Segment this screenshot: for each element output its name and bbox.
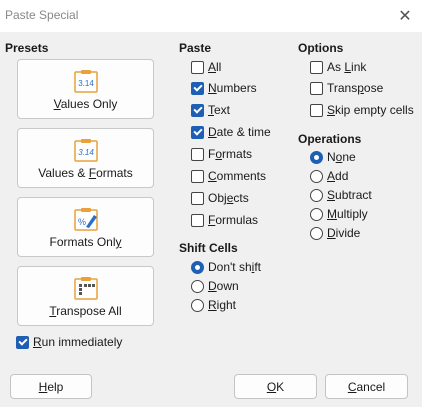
paste-formulas-checkbox[interactable]: Formulas xyxy=(191,211,258,229)
cancel-label: Cancel xyxy=(347,379,386,394)
shift-down-radio[interactable]: Down xyxy=(191,277,239,295)
transpose-all-label: Transpose All xyxy=(49,304,122,318)
operation-multiply-radio[interactable]: Multiply xyxy=(310,205,368,223)
icon-number-text: 3.14 xyxy=(78,79,94,88)
svg-text:%: % xyxy=(78,217,86,227)
paste-objects-checkbox[interactable]: Objects xyxy=(191,189,249,207)
shift-dont-radio[interactable]: Don't shift xyxy=(191,258,261,276)
paste-numbers-label: Numbers xyxy=(208,81,257,95)
paste-comments-box[interactable] xyxy=(191,169,204,183)
help-button[interactable]: Help xyxy=(10,374,92,399)
paste-formulas-label: Formulas xyxy=(208,213,259,227)
paste-date-time-label: Date & time xyxy=(208,125,271,139)
clipboard-format-brush-icon: % xyxy=(74,208,98,231)
operation-add-dot[interactable] xyxy=(310,169,323,183)
cancel-button[interactable]: Cancel xyxy=(325,374,408,399)
formats-only-button[interactable]: % Formats Only xyxy=(17,197,154,257)
clipboard-number-formatted-icon: 3.14 xyxy=(74,139,98,162)
operation-multiply-dot[interactable] xyxy=(310,207,323,221)
option-skip-empty-checkbox[interactable]: Skip empty cells xyxy=(310,101,414,119)
paste-formats-checkbox[interactable]: Formats xyxy=(191,145,252,163)
paste-objects-box[interactable] xyxy=(191,191,204,205)
run-immediately-box[interactable] xyxy=(16,335,29,349)
operation-divide-label: Divide xyxy=(327,226,361,240)
operation-subtract-label: Subtract xyxy=(327,188,372,202)
paste-comments-label: Comments xyxy=(208,169,267,183)
shift-right-radio[interactable]: Right xyxy=(191,296,236,314)
shift-down-dot[interactable] xyxy=(191,279,204,293)
option-as-link-label: As Link xyxy=(327,60,367,74)
paste-comments-checkbox[interactable]: Comments xyxy=(191,167,266,185)
title-bar: Paste Special ✕ xyxy=(0,0,422,32)
operation-subtract-radio[interactable]: Subtract xyxy=(310,186,372,204)
ok-label: OK xyxy=(266,379,285,394)
shift-dont-label: Don't shift xyxy=(208,260,261,274)
values-and-formats-button[interactable]: 3.14 Values & Formats xyxy=(17,128,154,188)
option-transpose-label: Transpose xyxy=(327,81,384,95)
operation-none-label: None xyxy=(327,150,356,164)
dialog-body: Presets 3.14 Values Only 3.14 Values & F… xyxy=(0,32,422,407)
option-as-link-checkbox[interactable]: As Link xyxy=(310,58,366,76)
option-transpose-checkbox[interactable]: Transpose xyxy=(310,79,383,97)
icon-number-text: 3.14 xyxy=(78,148,94,157)
paste-text-label: Text xyxy=(208,103,231,117)
paste-text-checkbox[interactable]: Text xyxy=(191,101,230,119)
paste-date-time-box[interactable] xyxy=(191,125,204,139)
options-title: Options xyxy=(298,41,344,55)
operations-title: Operations xyxy=(298,132,362,146)
transpose-all-button[interactable]: Transpose All xyxy=(17,266,154,326)
operation-add-radio[interactable]: Add xyxy=(310,167,348,185)
operation-divide-radio[interactable]: Divide xyxy=(310,224,360,242)
paste-objects-label: Objects xyxy=(208,191,249,205)
paste-numbers-checkbox[interactable]: Numbers xyxy=(191,79,257,97)
option-skip-empty-box[interactable] xyxy=(310,103,323,117)
values-only-label: Values Only xyxy=(53,97,118,111)
paste-formats-label: Formats xyxy=(208,147,253,161)
operation-none-dot[interactable] xyxy=(310,150,323,164)
option-as-link-box[interactable] xyxy=(310,60,323,74)
clipboard-transpose-icon xyxy=(74,277,98,300)
operation-divide-dot[interactable] xyxy=(310,226,323,240)
shift-right-label: Right xyxy=(208,298,237,312)
paste-all-checkbox[interactable]: All xyxy=(191,58,221,76)
close-icon[interactable]: ✕ xyxy=(394,5,416,27)
run-immediately-checkbox[interactable]: Run immediately xyxy=(16,333,122,351)
paste-text-box[interactable] xyxy=(191,103,204,117)
run-immediately-label: Run immediately xyxy=(33,335,123,349)
paste-formulas-box[interactable] xyxy=(191,213,204,227)
paste-all-label: All xyxy=(208,60,222,74)
paste-formats-box[interactable] xyxy=(191,147,204,161)
values-only-button[interactable]: 3.14 Values Only xyxy=(17,59,154,119)
option-skip-empty-label: Skip empty cells xyxy=(327,103,414,117)
shift-cells-title: Shift Cells xyxy=(179,241,238,255)
paste-date-time-checkbox[interactable]: Date & time xyxy=(191,123,271,141)
operation-add-label: Add xyxy=(327,169,349,183)
values-and-formats-label: Values & Formats xyxy=(38,166,133,180)
shift-right-dot[interactable] xyxy=(191,298,204,312)
presets-title: Presets xyxy=(5,41,49,55)
shift-dont-dot[interactable] xyxy=(191,260,204,274)
help-label: Help xyxy=(38,379,64,394)
formats-only-label: Formats Only xyxy=(49,235,122,249)
option-transpose-box[interactable] xyxy=(310,81,323,95)
shift-down-label: Down xyxy=(208,279,239,293)
paste-all-box[interactable] xyxy=(191,60,204,74)
ok-button[interactable]: OK xyxy=(234,374,317,399)
window-title: Paste Special xyxy=(5,8,79,22)
operation-none-radio[interactable]: None xyxy=(310,148,356,166)
clipboard-number-icon: 3.14 xyxy=(74,70,98,93)
paste-title: Paste xyxy=(179,41,212,55)
operation-multiply-label: Multiply xyxy=(327,207,368,221)
paste-numbers-box[interactable] xyxy=(191,81,204,95)
operation-subtract-dot[interactable] xyxy=(310,188,323,202)
